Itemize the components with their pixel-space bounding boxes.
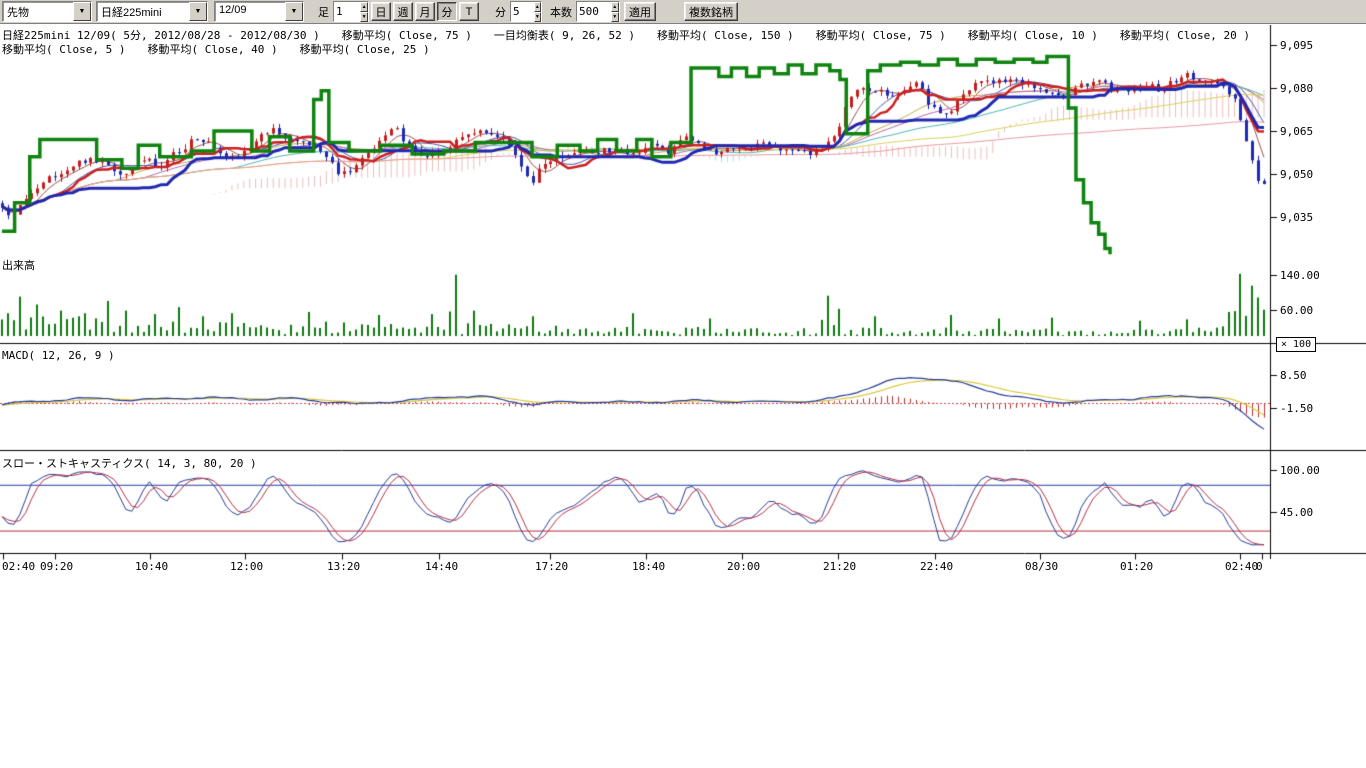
minute-interval-stepper[interactable]: ▲▼: [510, 1, 542, 22]
time-axis-label: 08/30: [1025, 560, 1058, 573]
spinner-arrows-icon[interactable]: ▲▼: [534, 2, 541, 21]
time-axis-label: 20:00: [727, 560, 760, 573]
time-axis-label: 02:40: [1225, 560, 1258, 573]
time-axis-label: 21:20: [823, 560, 856, 573]
legend-item: 移動平均( Close, 5 ): [2, 43, 125, 56]
instrument-type-select[interactable]: 先物 ▼: [2, 1, 92, 22]
legend-item: 移動平均( Close, 150 ): [657, 29, 794, 42]
time-axis-label: 17:20: [535, 560, 568, 573]
legend-item: 移動平均( Close, 75 ): [816, 29, 946, 42]
contract-month-value: 12/09: [215, 2, 285, 21]
stoch-axis-label: 100.00: [1280, 464, 1320, 477]
time-axis-label: 02:40: [2, 560, 35, 573]
time-axis-label: 13:20: [327, 560, 360, 573]
legend-item: 移動平均( Close, 40 ): [147, 43, 277, 56]
time-axis-label: 18:40: [632, 560, 665, 573]
macd-axis-label: -1.50: [1280, 402, 1313, 415]
period-button-month[interactable]: 月: [415, 2, 435, 21]
symbol-value: 日経225mini: [97, 2, 189, 21]
count-label: 本数: [548, 4, 574, 20]
dropdown-arrow-icon[interactable]: ▼: [189, 2, 207, 21]
minute-interval-input[interactable]: [511, 2, 534, 21]
apply-button[interactable]: 適用: [624, 2, 656, 21]
price-axis-label: 9,035: [1280, 211, 1313, 224]
volume-axis-label: 140.00: [1280, 269, 1320, 282]
price-axis-label: 9,080: [1280, 82, 1313, 95]
chart-canvas[interactable]: [0, 25, 1366, 581]
bar-count-input[interactable]: [577, 2, 611, 21]
volume-panel-label: 出来高: [2, 257, 35, 273]
dropdown-arrow-icon[interactable]: ▼: [73, 2, 91, 21]
volume-multiplier-badge: × 100: [1276, 337, 1316, 352]
legend-item: 移動平均( Close, 20 ): [1120, 29, 1250, 42]
toolbar: 先物 ▼ 日経225mini ▼ 12/09 ▼ 足 ▲▼ 日 週 月 分 T …: [0, 0, 1366, 24]
time-axis-label: 12:00: [230, 560, 263, 573]
period-button-day[interactable]: 日: [371, 2, 391, 21]
legend-line-2: 移動平均( Close, 5 ) 移動平均( Close, 40 ) 移動平均( C…: [2, 41, 452, 57]
legend-item: 移動平均( Close, 10 ): [968, 29, 1098, 42]
period-button-week[interactable]: 週: [393, 2, 413, 21]
spinner-arrows-icon[interactable]: ▲▼: [360, 2, 368, 21]
stoch-panel-label: スロー・ストキャスティクス( 14, 3, 80, 20 ): [2, 455, 257, 471]
contract-month-select[interactable]: 12/09 ▼: [214, 1, 304, 22]
instrument-type-value: 先物: [3, 2, 73, 21]
time-axis-label: 0: [1256, 560, 1263, 573]
minute-label: 分: [493, 4, 508, 20]
macd-axis-label: 8.50: [1280, 369, 1307, 382]
symbol-select[interactable]: 日経225mini ▼: [96, 1, 208, 22]
price-axis-label: 9,095: [1280, 39, 1313, 52]
period-button-minute[interactable]: 分: [437, 2, 457, 21]
spinner-arrows-icon[interactable]: ▲▼: [611, 2, 619, 21]
volume-axis-label: 60.00: [1280, 304, 1313, 317]
time-axis-label: 10:40: [135, 560, 168, 573]
price-axis-label: 9,065: [1280, 125, 1313, 138]
legend-item: 一目均衡表( 9, 26, 52 ): [494, 29, 635, 42]
time-axis-label: 09:20: [40, 560, 73, 573]
stoch-axis-label: 45.00: [1280, 506, 1313, 519]
bar-count-stepper[interactable]: ▲▼: [576, 1, 620, 22]
time-axis-label: 01:20: [1120, 560, 1153, 573]
macd-panel-label: MACD( 12, 26, 9 ): [2, 349, 115, 362]
multi-symbol-button[interactable]: 複数銘柄: [684, 2, 738, 21]
bar-label: 足: [316, 4, 331, 20]
bar-interval-stepper[interactable]: ▲▼: [333, 1, 369, 22]
time-axis-label: 14:40: [425, 560, 458, 573]
legend-item: 移動平均( Close, 25 ): [300, 43, 430, 56]
dropdown-arrow-icon[interactable]: ▼: [285, 2, 303, 21]
period-button-tick[interactable]: T: [459, 2, 479, 21]
time-axis-label: 22:40: [920, 560, 953, 573]
chart-area: 日経225mini 12/09( 5分, 2012/08/28 - 2012/0…: [0, 25, 1366, 581]
bar-interval-input[interactable]: [334, 2, 360, 21]
price-axis-label: 9,050: [1280, 168, 1313, 181]
